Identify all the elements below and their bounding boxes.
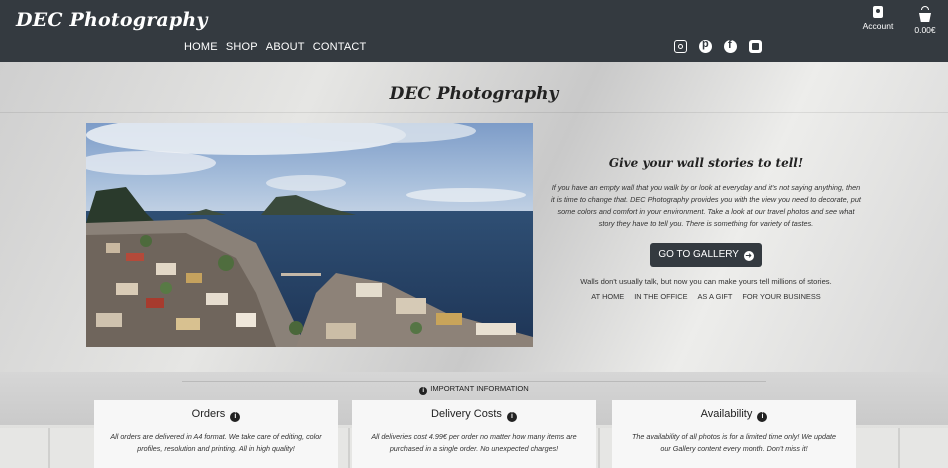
walls-text: Walls don't usually talk, but now you ca… bbox=[580, 277, 832, 286]
pinterest-icon[interactable] bbox=[699, 38, 712, 53]
brand-logo[interactable]: DEC Photography bbox=[16, 9, 208, 31]
account-button[interactable]: Account bbox=[860, 6, 896, 31]
card-text: All orders are delivered in A4 format. W… bbox=[110, 432, 322, 453]
bag-total: 0.00€ bbox=[914, 25, 936, 35]
facebook-icon[interactable] bbox=[724, 39, 737, 53]
link-for-your-business[interactable]: FOR YOUR BUSINESS bbox=[742, 292, 820, 301]
info-icon: i bbox=[506, 412, 517, 422]
card-title: Delivery Costs i bbox=[352, 408, 596, 422]
card-text: All deliveries cost 4.99€ per order no m… bbox=[371, 432, 577, 453]
link-at-home[interactable]: AT HOME bbox=[591, 292, 624, 301]
instagram-icon[interactable] bbox=[674, 40, 687, 53]
hero-description: If you have an empty wall that you walk … bbox=[551, 183, 861, 228]
hero-text-panel: Give your wall stories to tell! If you h… bbox=[550, 156, 862, 301]
card-title: Orders i bbox=[94, 408, 338, 422]
bag-icon-handle bbox=[921, 6, 929, 10]
hero-tagline: Give your wall stories to tell! bbox=[608, 156, 804, 170]
hero-divider bbox=[0, 112, 948, 113]
info-icon: i bbox=[230, 412, 241, 422]
info-icon: i bbox=[419, 387, 428, 395]
nav-about[interactable]: ABOUT bbox=[266, 41, 305, 53]
hero-photo bbox=[86, 123, 533, 347]
youtube-icon[interactable] bbox=[749, 40, 762, 53]
info-card-orders: Orders i All orders are delivered in A4 … bbox=[94, 400, 338, 468]
category-links: AT HOME IN THE OFFICE AS A GIFT FOR YOUR… bbox=[550, 292, 862, 301]
info-heading: i IMPORTANT INFORMATION bbox=[0, 384, 948, 395]
card-title: Availability i bbox=[612, 408, 856, 422]
info-icon: i bbox=[757, 412, 768, 422]
card-title-text: Delivery Costs bbox=[431, 408, 502, 420]
link-in-the-office[interactable]: IN THE OFFICE bbox=[634, 292, 687, 301]
social-links bbox=[674, 38, 762, 53]
main-nav: HOME SHOP ABOUT CONTACT bbox=[184, 41, 366, 53]
card-title-text: Availability bbox=[700, 408, 753, 420]
nav-shop[interactable]: SHOP bbox=[226, 41, 258, 53]
hero-title: DEC Photography bbox=[389, 84, 559, 104]
link-as-a-gift[interactable]: AS A GIFT bbox=[698, 292, 733, 301]
site-header: DEC Photography HOME SHOP ABOUT CONTACT … bbox=[0, 0, 948, 62]
go-to-gallery-button[interactable]: GO TO GALLERY ➜ bbox=[650, 243, 762, 267]
hero-section: DEC Photography Give your wall stories t… bbox=[0, 62, 948, 372]
info-card-delivery: Delivery Costs i All deliveries cost 4.9… bbox=[352, 400, 596, 468]
nav-contact[interactable]: CONTACT bbox=[313, 41, 367, 53]
info-heading-text: IMPORTANT INFORMATION bbox=[430, 384, 529, 393]
nav-home[interactable]: HOME bbox=[184, 41, 218, 53]
info-divider bbox=[182, 381, 766, 382]
important-info-section: i IMPORTANT INFORMATION Orders i All orde… bbox=[0, 372, 948, 468]
card-title-text: Orders bbox=[191, 408, 226, 420]
info-card-availability: Availability i The availability of all p… bbox=[612, 400, 856, 468]
arrow-right-circle-icon: ➜ bbox=[743, 251, 754, 261]
shopping-bag-button[interactable]: 0.00€ bbox=[910, 6, 940, 35]
account-icon bbox=[873, 6, 883, 18]
card-text: The availability of all photos is for a … bbox=[631, 432, 836, 453]
shopping-basket-icon bbox=[919, 13, 931, 22]
city-harbor-image bbox=[86, 123, 533, 347]
gallery-button-label: GO TO GALLERY bbox=[658, 249, 739, 260]
account-label: Account bbox=[862, 21, 894, 31]
